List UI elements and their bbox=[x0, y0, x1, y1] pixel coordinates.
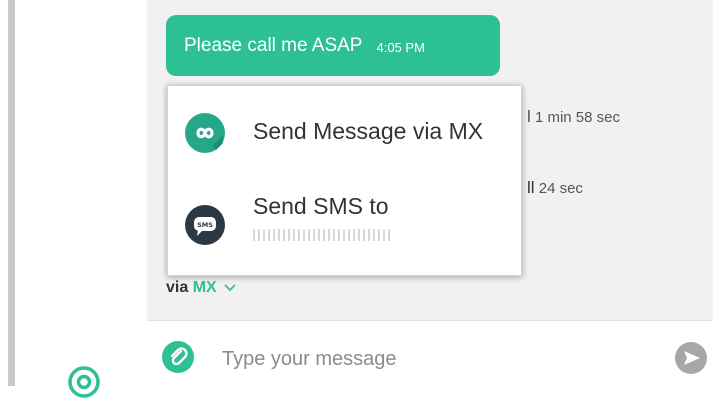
message-time: 4:05 PM bbox=[376, 40, 425, 55]
menu-item-label: Send Message via MX bbox=[253, 118, 484, 144]
infinity-icon bbox=[185, 113, 225, 153]
send-options-menu: Send Message via MX SMS Send SMS to bbox=[167, 85, 522, 276]
channel-value: MX bbox=[192, 279, 217, 296]
message-text: Please call me ASAP bbox=[184, 34, 363, 56]
call-log-entry: ll 24 sec bbox=[527, 178, 583, 198]
message-input[interactable] bbox=[220, 343, 644, 375]
location-icon[interactable] bbox=[67, 365, 101, 399]
redacted-phone-number bbox=[253, 229, 393, 241]
menu-item-send-sms[interactable]: SMS Send SMS to bbox=[168, 189, 521, 257]
svg-text:SMS: SMS bbox=[197, 221, 213, 229]
call-log-label: ll bbox=[527, 178, 535, 197]
send-icon[interactable] bbox=[675, 342, 707, 374]
channel-prefix: via bbox=[166, 279, 189, 296]
left-gutter bbox=[0, 0, 147, 386]
call-duration: 24 sec bbox=[538, 180, 583, 197]
menu-item-send-via-mx[interactable]: Send Message via MX bbox=[168, 106, 521, 160]
channel-selector[interactable]: via MX bbox=[166, 279, 236, 297]
paperclip-icon[interactable] bbox=[162, 341, 194, 373]
message-bubble: Please call me ASAP 4:05 PM bbox=[166, 15, 500, 76]
call-duration: 1 min 58 sec bbox=[534, 109, 620, 126]
call-log-entry: l 1 min 58 sec bbox=[527, 107, 620, 127]
gutter-divider bbox=[8, 0, 15, 386]
call-log-label: l bbox=[527, 107, 531, 126]
menu-item-label: Send SMS to bbox=[253, 193, 389, 219]
chevron-down-icon bbox=[221, 280, 237, 295]
sms-icon: SMS bbox=[185, 205, 225, 245]
